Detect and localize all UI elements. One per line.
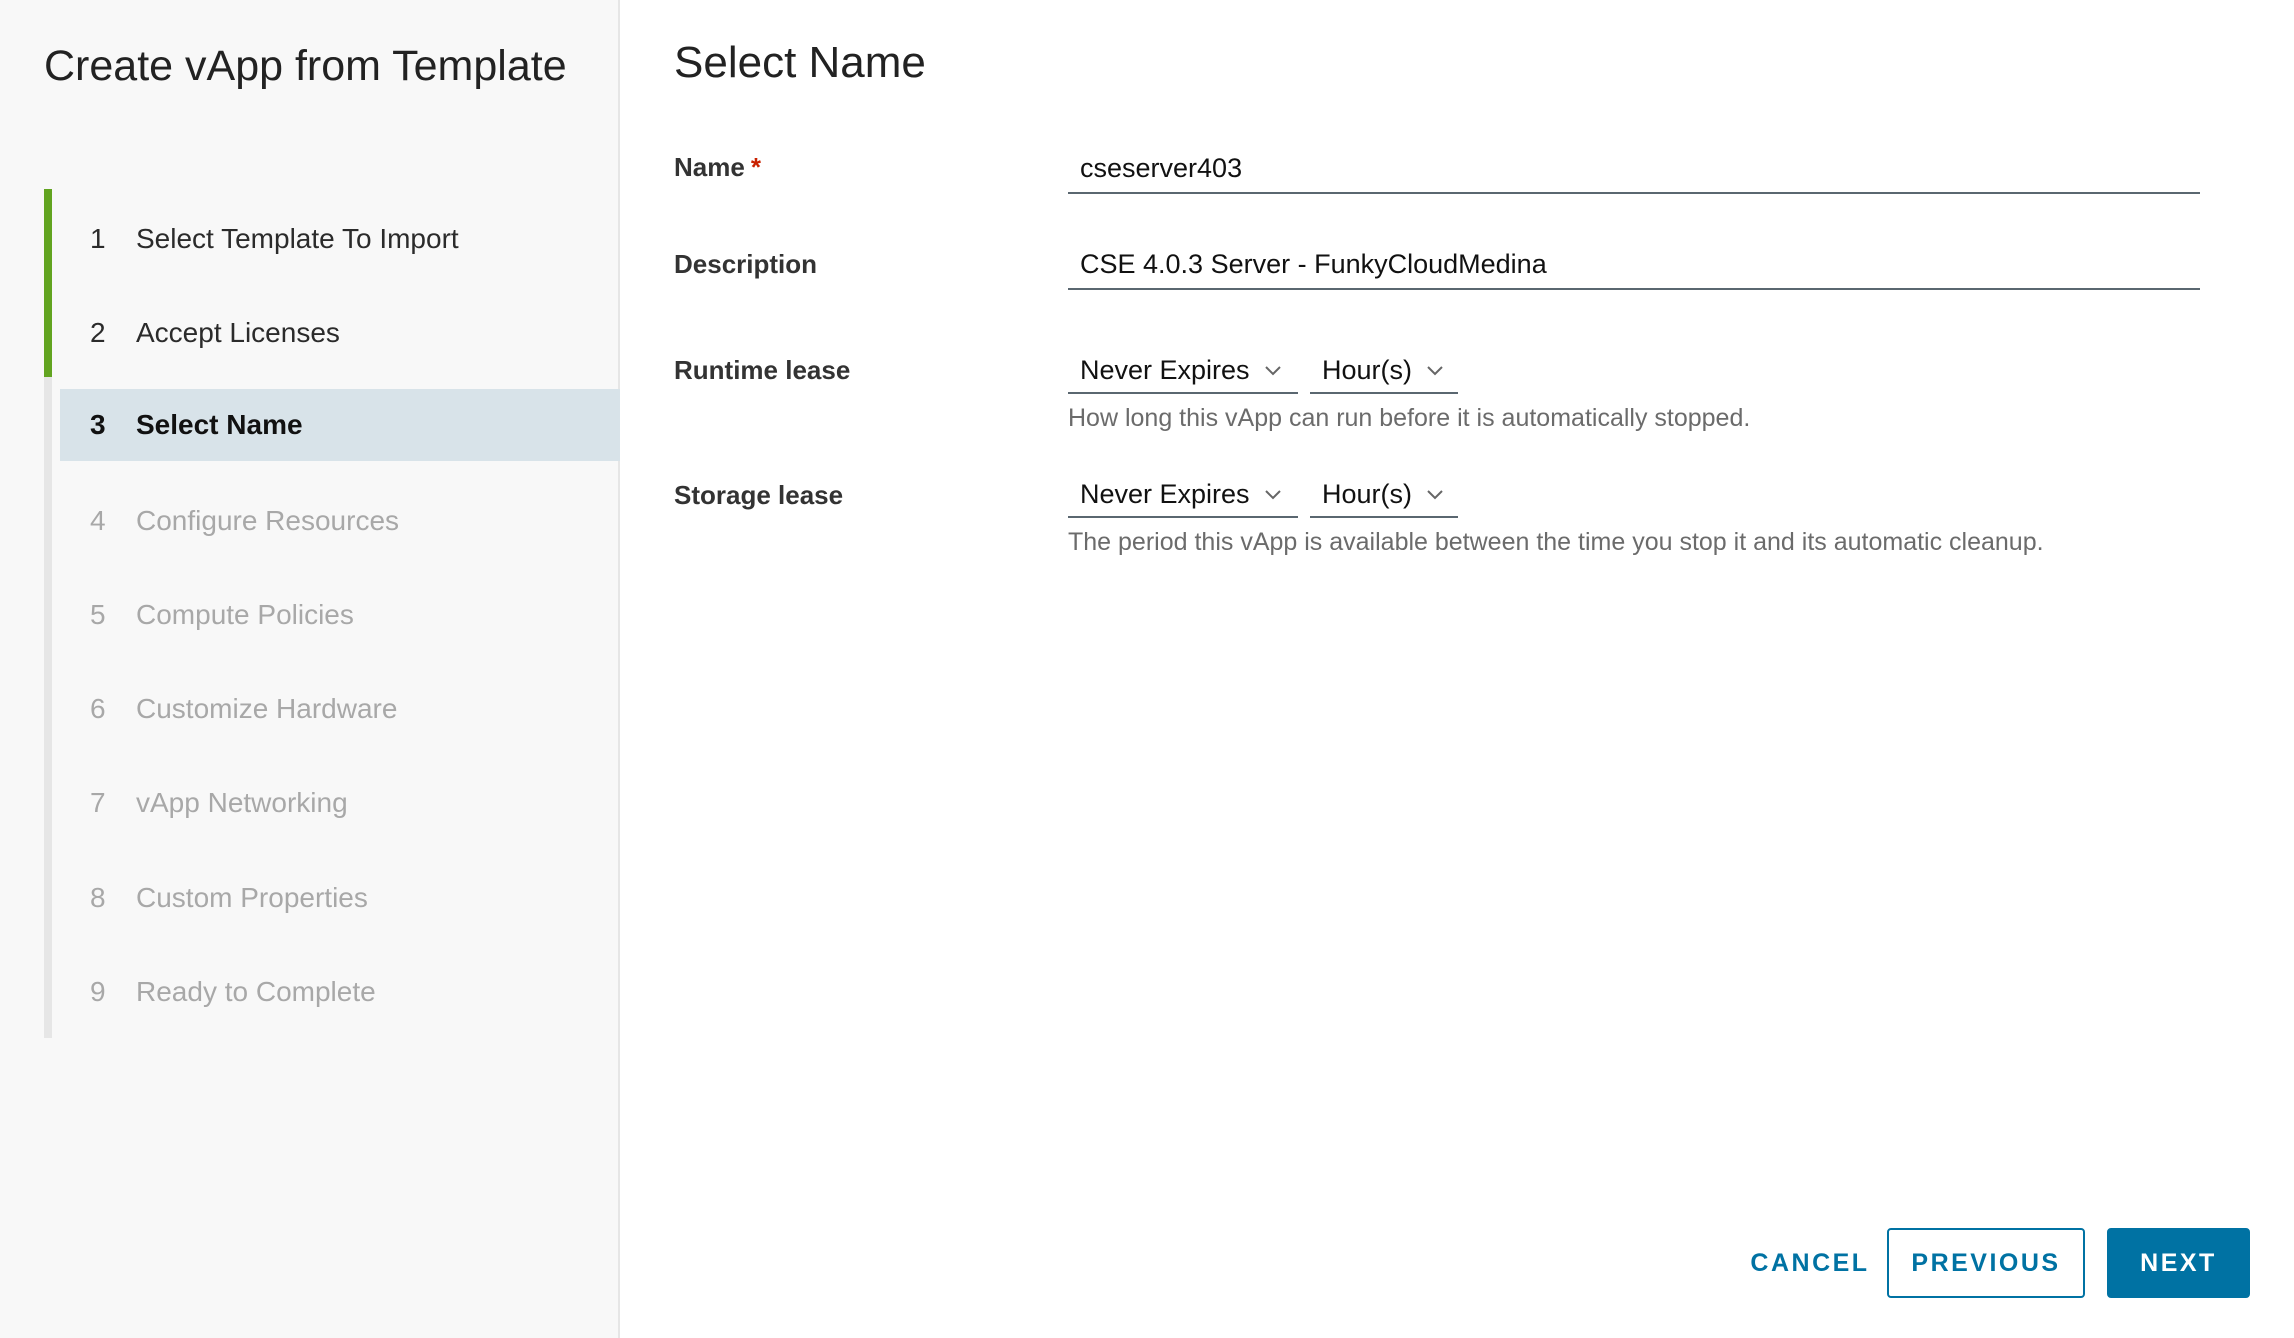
name-label-text: Name	[674, 152, 745, 182]
chevron-down-icon	[1427, 490, 1443, 500]
step-number: 5	[90, 599, 106, 630]
step-number: 8	[90, 882, 106, 913]
chevron-down-icon	[1264, 366, 1281, 376]
step-select-name[interactable]: 3 Select Name	[60, 389, 620, 461]
next-button[interactable]: NEXT	[2107, 1228, 2250, 1298]
runtime-lease-duration-select[interactable]: Never Expires	[1068, 348, 1298, 394]
name-input[interactable]	[1068, 144, 2200, 194]
description-input[interactable]	[1068, 240, 2200, 290]
storage-lease-label: Storage lease	[674, 480, 844, 510]
step-number: 2	[90, 317, 106, 348]
select-value: Hour(s)	[1322, 354, 1413, 385]
select-value: Hour(s)	[1322, 478, 1413, 509]
chevron-down-icon	[1427, 366, 1443, 376]
runtime-lease-helper: How long this vApp can run before it is …	[1068, 404, 1751, 432]
step-number: 7	[90, 787, 106, 818]
step-label: Select Template To Import	[136, 223, 459, 254]
step-label: Customize Hardware	[136, 693, 398, 724]
runtime-lease-unit-select[interactable]: Hour(s)	[1310, 348, 1458, 394]
step-label: Ready to Complete	[136, 976, 376, 1007]
select-value: Never Expires	[1080, 478, 1250, 509]
wizard-sidebar: Create vApp from Template 1 Select Templ…	[0, 0, 620, 1338]
name-label: Name *	[674, 152, 761, 183]
storage-lease-unit-select[interactable]: Hour(s)	[1310, 472, 1458, 518]
step-label: Custom Properties	[136, 882, 368, 913]
storage-lease-duration-select[interactable]: Never Expires	[1068, 472, 1298, 518]
step-custom-properties: 8 Custom Properties	[60, 862, 620, 934]
previous-button[interactable]: PREVIOUS	[1887, 1228, 2085, 1298]
step-number: 6	[90, 693, 106, 724]
step-compute-policies: 5 Compute Policies	[60, 579, 620, 651]
step-accept-licenses[interactable]: 2 Accept Licenses	[60, 297, 620, 369]
step-label: Configure Resources	[136, 505, 400, 536]
runtime-lease-label: Runtime lease	[674, 355, 851, 385]
step-number: 9	[90, 976, 106, 1007]
cancel-button[interactable]: CANCEL	[1718, 1228, 1902, 1298]
step-label: vApp Networking	[136, 787, 348, 818]
step-ready-to-complete: 9 Ready to Complete	[60, 956, 620, 1028]
step-label: Accept Licenses	[136, 317, 340, 348]
step-number: 3	[90, 409, 106, 440]
step-number: 1	[90, 223, 106, 254]
page-title: Select Name	[674, 38, 926, 87]
step-configure-resources: 4 Configure Resources	[60, 485, 620, 557]
step-vapp-networking: 7 vApp Networking	[60, 767, 620, 839]
step-progress-done	[44, 189, 52, 377]
wizard-content: Select Name Name* Description Runtime le…	[620, 0, 2294, 1338]
chevron-down-icon	[1264, 490, 1281, 500]
required-marker: *	[750, 152, 761, 182]
step-number: 4	[90, 505, 106, 536]
step-select-template[interactable]: 1 Select Template To Import	[60, 203, 620, 275]
step-label: Compute Policies	[136, 599, 354, 630]
storage-lease-helper: The period this vApp is available betwee…	[1068, 528, 2044, 556]
step-label: Select Name	[136, 409, 303, 440]
select-value: Never Expires	[1080, 354, 1250, 385]
description-label: Description	[674, 249, 818, 279]
wizard-title: Create vApp from Template	[44, 42, 567, 90]
step-customize-hardware: 6 Customize Hardware	[60, 673, 620, 745]
